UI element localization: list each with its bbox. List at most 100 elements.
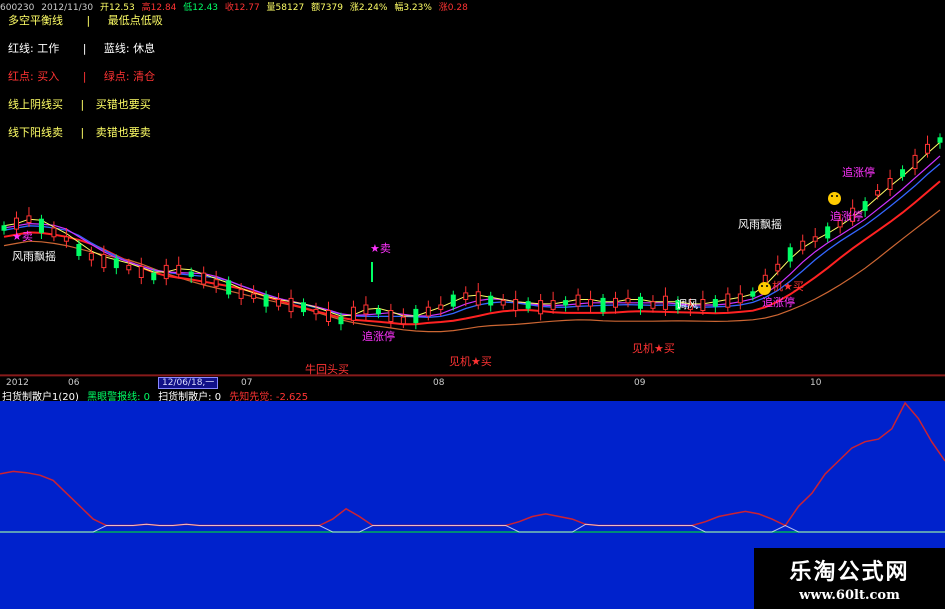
candle-body bbox=[900, 169, 906, 177]
candle-body bbox=[475, 291, 481, 306]
candle-body bbox=[350, 306, 356, 321]
candle-body bbox=[188, 271, 194, 277]
legend-row-2: 红线: 工作 | 蓝线: 休息 bbox=[8, 40, 161, 56]
candle-body bbox=[925, 143, 931, 154]
candle-body bbox=[138, 266, 144, 278]
legend-row-3: 红点: 买入 | 绿点: 清仓 bbox=[8, 68, 161, 84]
candle-body bbox=[463, 292, 469, 300]
ma-line-orange bbox=[3, 209, 941, 333]
candle-body bbox=[276, 299, 282, 307]
candle-body bbox=[812, 236, 818, 242]
annotation-buy-1: 见机★买 bbox=[449, 355, 492, 368]
candle-body bbox=[725, 293, 731, 308]
candle-body bbox=[875, 190, 881, 196]
candle-body bbox=[388, 310, 394, 322]
stock-chart-window: 600230 2012/11/30 开12.53 高12.84 低12.43 收… bbox=[0, 0, 945, 609]
amount: 额7379 bbox=[311, 3, 343, 13]
annotation-sell-2: ★卖 bbox=[370, 242, 391, 255]
legend-green-dot: 绿点: 清仓 bbox=[103, 70, 156, 83]
candle-body bbox=[662, 295, 668, 310]
candle-body bbox=[637, 296, 643, 309]
quote-header: 600230 2012/11/30 开12.53 高12.84 低12.43 收… bbox=[0, 0, 472, 13]
candle-body bbox=[51, 227, 57, 238]
legend-sep: | bbox=[82, 42, 87, 55]
candle-body bbox=[301, 302, 307, 313]
candle-body bbox=[263, 294, 269, 307]
candle-body bbox=[613, 297, 619, 308]
candle-body bbox=[525, 301, 531, 309]
month-label: 09 bbox=[634, 378, 646, 388]
candle-body bbox=[325, 310, 331, 322]
volume: 量58127 bbox=[266, 3, 305, 13]
candle-body bbox=[338, 316, 344, 325]
candlestick-chart[interactable] bbox=[0, 0, 945, 388]
candle-body bbox=[76, 244, 82, 256]
legend-sep: | bbox=[86, 14, 91, 27]
legend-row-5: 线下阳线卖 | 卖错也要卖 bbox=[8, 124, 157, 140]
legend-blue-line: 蓝线: 休息 bbox=[103, 42, 156, 55]
legend-low-buy: 最低点低吸 bbox=[107, 14, 163, 27]
candle-body bbox=[712, 299, 718, 307]
candle-body bbox=[126, 264, 132, 271]
annotation-buy-3: 机★买 bbox=[772, 280, 804, 293]
candle-body bbox=[700, 299, 706, 311]
candle-body bbox=[438, 304, 444, 310]
candle-body bbox=[425, 306, 431, 317]
legend-balance-line: 多空平衡线 bbox=[8, 14, 63, 27]
candle-body bbox=[750, 291, 756, 297]
candle-body bbox=[500, 300, 506, 306]
candle-body bbox=[937, 137, 943, 143]
legend-red-dot: 红点: 买入 bbox=[8, 70, 60, 83]
candle-body bbox=[313, 308, 319, 315]
month-label: 08 bbox=[433, 378, 445, 388]
legend-buy-yin: 线上阴线买 bbox=[8, 98, 63, 111]
candle-body bbox=[151, 272, 157, 281]
candle-body bbox=[1, 225, 7, 231]
candle-body bbox=[251, 293, 257, 299]
candle-body bbox=[101, 253, 107, 269]
candle-body bbox=[650, 301, 656, 309]
candle-body bbox=[550, 300, 556, 310]
rise: 涨0.28 bbox=[438, 3, 468, 13]
candle-body bbox=[88, 252, 94, 261]
watermark-title: 乐淘公式网 bbox=[789, 560, 910, 585]
legend-row-1: 多空平衡线 | 最低点低吸 bbox=[8, 12, 169, 28]
candle-body bbox=[862, 201, 868, 211]
ma-line-blue bbox=[3, 163, 941, 318]
annotation-wind: 调风 bbox=[676, 298, 698, 311]
smiley-icon bbox=[758, 282, 771, 295]
legend-red-line: 红线: 工作 bbox=[8, 42, 60, 55]
candle-body bbox=[226, 280, 232, 295]
close-price: 收12.77 bbox=[224, 3, 260, 13]
candle-body bbox=[63, 236, 69, 242]
candle-body bbox=[163, 264, 169, 280]
smiley-icon bbox=[828, 192, 841, 205]
annotation-storm-1: 风雨飘摇 bbox=[12, 250, 56, 263]
month-label: 10 bbox=[810, 378, 822, 388]
candle-body bbox=[375, 308, 381, 315]
annotation-storm-2: 风雨飘摇 bbox=[738, 218, 782, 231]
candle-body bbox=[800, 240, 806, 251]
candle-body bbox=[600, 297, 606, 313]
annotation-sell-1: ★卖 bbox=[12, 230, 33, 243]
candle-body bbox=[625, 297, 631, 304]
candle-body bbox=[238, 289, 244, 299]
candle-body bbox=[737, 293, 743, 304]
candle-body bbox=[588, 299, 594, 307]
legend-row-4: 线上阴线买 | 买错也要买 bbox=[8, 96, 157, 112]
candle-body bbox=[775, 263, 781, 272]
candle-body bbox=[450, 294, 456, 307]
candle-body bbox=[26, 215, 32, 223]
annotation-chase-4: 追涨停 bbox=[762, 296, 795, 309]
candle-body bbox=[912, 154, 918, 170]
candle-body bbox=[575, 294, 581, 307]
watermark: 乐淘公式网 www.60lt.com bbox=[754, 548, 945, 609]
annotation-buy-2: 见机★买 bbox=[632, 342, 675, 355]
annotation-chase-1: 追涨停 bbox=[362, 330, 395, 343]
annotation-bull-buy: 牛回头买 bbox=[305, 363, 349, 376]
legend-sep: | bbox=[82, 70, 87, 83]
watermark-url: www.60lt.com bbox=[799, 588, 900, 603]
candle-body bbox=[113, 258, 119, 269]
candle-body bbox=[400, 316, 406, 325]
change-pct: 涨2.24% bbox=[349, 3, 388, 13]
